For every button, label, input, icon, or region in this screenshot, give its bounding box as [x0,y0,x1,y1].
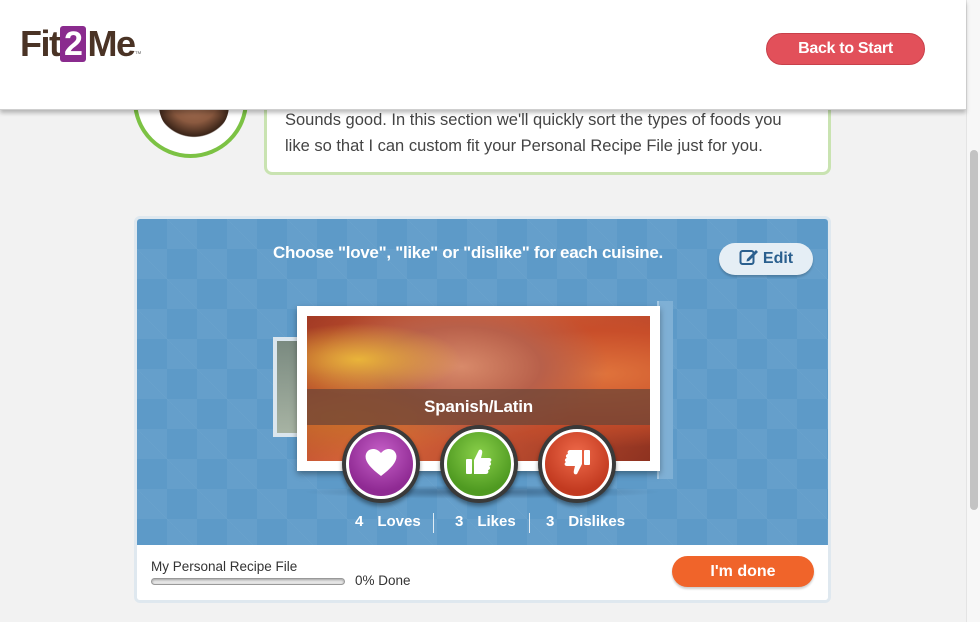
likes-count-label: Likes [477,513,516,530]
count-divider [529,513,530,533]
thumbs-down-icon [561,446,593,483]
logo-text-2: 2 [60,26,87,62]
logo-trademark: ™ [134,51,142,58]
loves-count: 4 Loves [355,513,421,530]
back-to-start-button[interactable]: Back to Start [766,33,925,65]
edit-button[interactable]: Edit [719,243,813,275]
dislike-button[interactable] [538,425,616,503]
dislikes-count-label: Dislikes [568,513,626,530]
recipe-file-label: My Personal Recipe File [151,559,298,574]
logo-text-me: Me [87,23,136,64]
thumbs-up-icon [463,446,495,483]
edit-button-label: Edit [762,250,794,267]
heart-icon [363,446,399,483]
scrollbar-thumb[interactable] [970,150,978,510]
likes-count-number: 3 [455,513,464,530]
loves-count-number: 4 [355,513,364,530]
edit-pencil-icon [739,246,759,278]
dislikes-count: 3 Dislikes [546,513,625,530]
logo-text-fit: Fit [20,23,61,64]
like-button[interactable] [440,425,518,503]
fit2me-logo[interactable]: Fit 2 Me ™ [20,23,142,64]
cuisine-name: Spanish/Latin [307,389,650,425]
coach-message-line-2: like so that I can custom fit your Perso… [285,137,763,155]
loves-count-label: Loves [377,513,421,530]
love-button[interactable] [342,425,420,503]
page-scrollbar[interactable] [966,0,980,622]
recipe-file-progress-bar [151,578,345,585]
coach-message-line-1: Sounds good. In this section we'll quick… [285,111,782,129]
cuisine-sorter-card: Choose "love", "like" or "dislike" for e… [134,216,831,603]
count-divider [433,513,434,533]
im-done-button[interactable]: I'm done [672,556,814,587]
cuisine-sorter-panel: Choose "love", "like" or "dislike" for e… [137,219,828,545]
dislikes-count-number: 3 [546,513,555,530]
vote-counts: 4 Loves 3 Likes 3 Dislikes [137,513,828,533]
sorter-instruction: Choose "love", "like" or "dislike" for e… [273,243,663,262]
sorter-footer: My Personal Recipe File 0% Done I'm done [137,545,828,600]
progress-percent-text: 0% Done [355,573,411,588]
header: Fit 2 Me ™ Back to Start [0,0,966,110]
likes-count: 3 Likes [455,513,516,530]
